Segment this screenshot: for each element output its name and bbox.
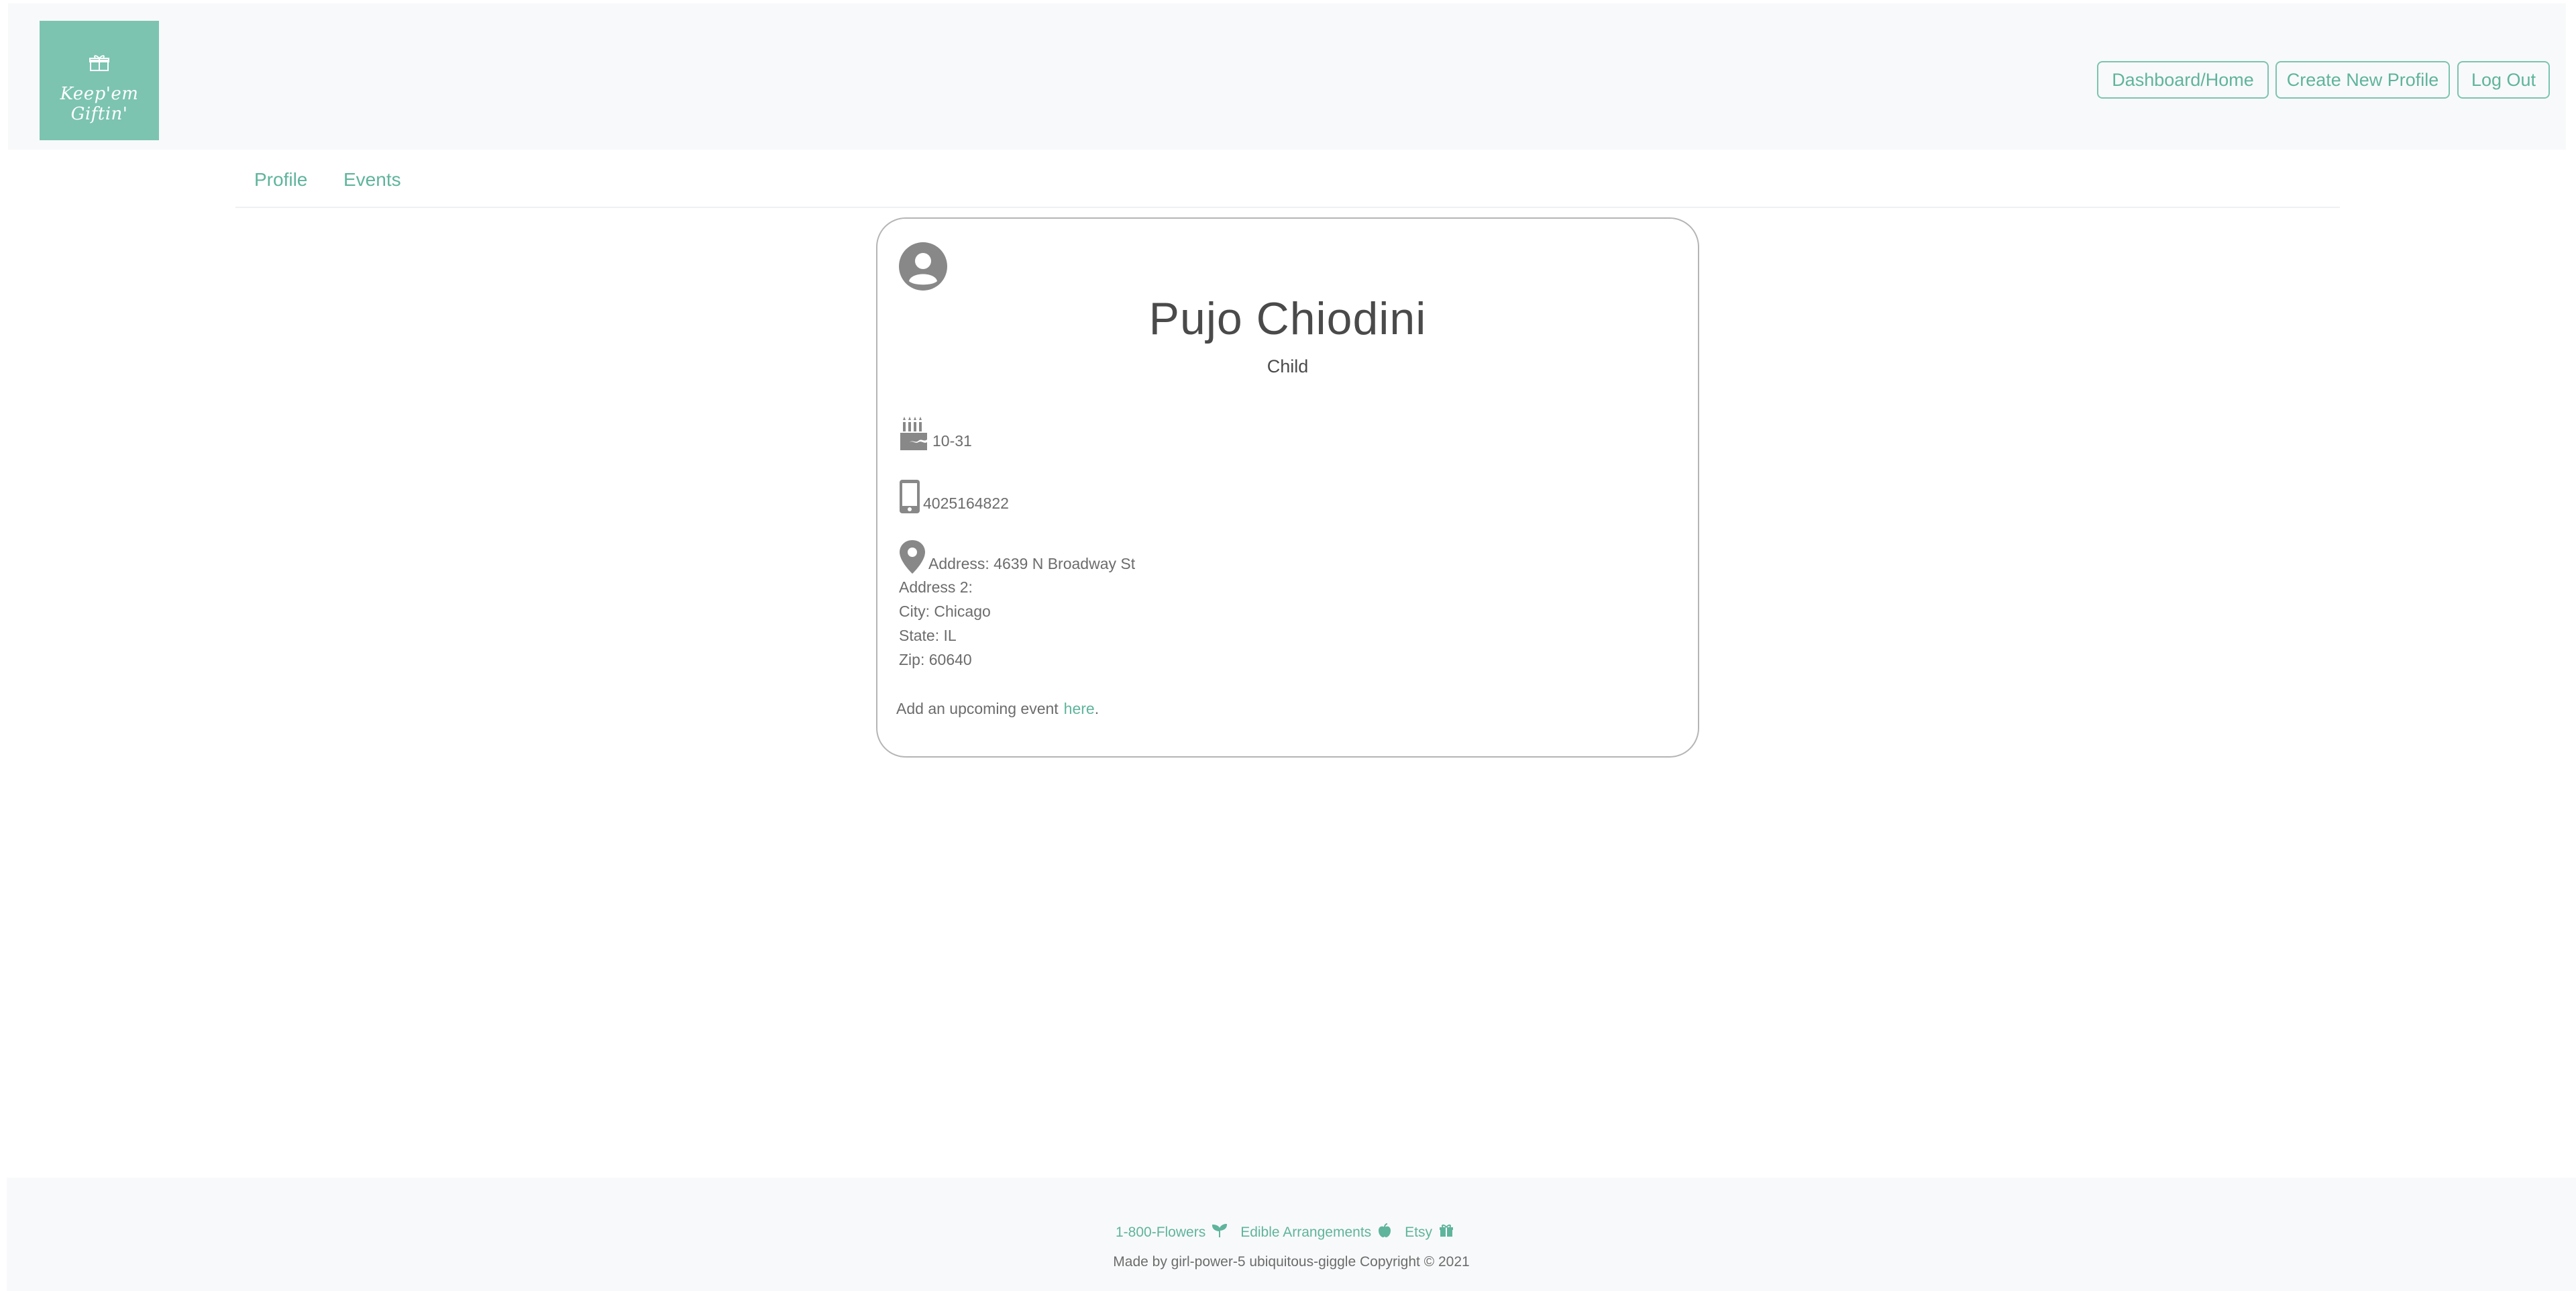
address-zip: Zip: 60640 xyxy=(899,651,972,668)
profile-relationship: Child xyxy=(1267,356,1309,376)
footer: 1-800-Flowers Edible Arrangements Etsy M… xyxy=(7,1178,2576,1291)
create-new-profile-button[interactable]: Create New Profile xyxy=(2275,61,2450,99)
top-navbar: Keep'em Giftin' Dashboard/Home Create Ne… xyxy=(8,3,2566,150)
phone-row: 4025164822 xyxy=(899,479,1009,514)
address-row: Address: 4639 N Broadway St xyxy=(899,539,1135,574)
dashboard-home-button[interactable]: Dashboard/Home xyxy=(2097,61,2269,99)
address-state: State: IL xyxy=(899,627,957,644)
brand-logo-text: Keep'em Giftin' xyxy=(60,84,139,124)
footer-links: 1-800-Flowers Edible Arrangements Etsy xyxy=(7,1223,2576,1242)
user-avatar-icon xyxy=(899,242,947,291)
birthday-value: 10-31 xyxy=(932,432,972,450)
address-line-2: Address 2: xyxy=(899,578,973,596)
tab-events[interactable]: Events xyxy=(343,169,401,191)
log-out-button[interactable]: Log Out xyxy=(2457,61,2550,99)
footer-link-1800-flowers[interactable]: 1-800-Flowers xyxy=(1116,1225,1205,1241)
map-pin-icon xyxy=(900,540,925,574)
profile-card: Pujo Chiodini Child 10-31 4025164822 Add… xyxy=(876,217,1699,758)
add-event-link[interactable]: here xyxy=(1064,700,1095,717)
phone-value: 4025164822 xyxy=(923,495,1009,512)
add-event-suffix: . xyxy=(1094,700,1099,717)
brand-logo[interactable]: Keep'em Giftin' xyxy=(40,21,159,140)
mobile-phone-icon xyxy=(900,480,920,513)
birthday-row: 10-31 xyxy=(899,417,972,452)
address-line-1: Address: 4639 N Broadway St xyxy=(928,555,1136,572)
address-city: City: Chicago xyxy=(899,603,991,620)
gift-icon xyxy=(40,54,159,72)
footer-link-etsy[interactable]: Etsy xyxy=(1405,1225,1432,1241)
profile-name: Pujo Chiodini xyxy=(1148,293,1427,344)
copyright-text: Made by girl-power-5 ubiquitous-giggle C… xyxy=(1113,1254,1470,1270)
footer-link-edible-arrangements[interactable]: Edible Arrangements xyxy=(1240,1225,1371,1241)
seedling-icon xyxy=(1212,1223,1228,1241)
apple-icon xyxy=(1378,1223,1391,1242)
add-event-prompt: Add an upcoming event here. xyxy=(896,700,1099,718)
profile-tabs: Profile Events xyxy=(235,164,2340,208)
birthday-cake-icon xyxy=(900,417,927,450)
add-event-text: Add an upcoming event xyxy=(896,700,1059,717)
gift-icon xyxy=(1439,1224,1454,1241)
tab-profile[interactable]: Profile xyxy=(254,169,307,191)
